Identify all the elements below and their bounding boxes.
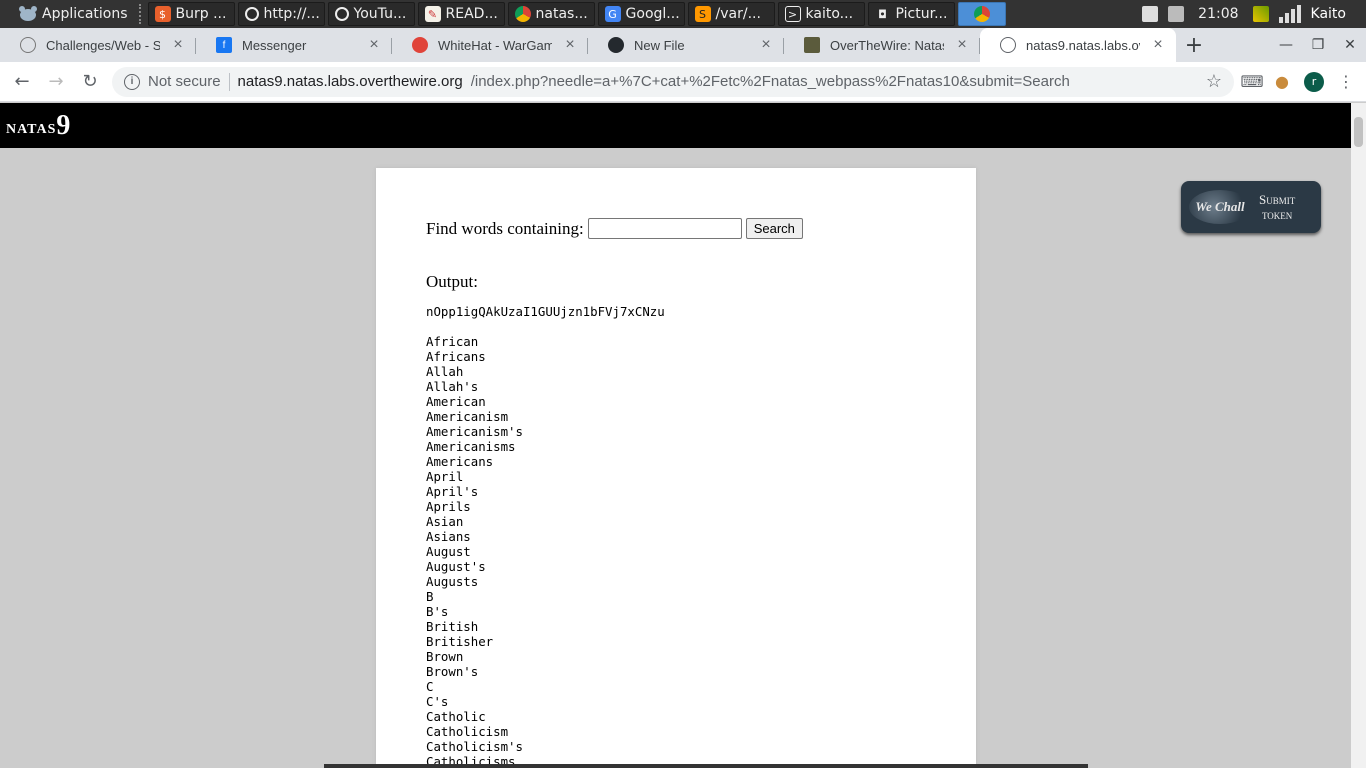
facebook-icon: f bbox=[216, 37, 232, 53]
clock[interactable]: 21:08 bbox=[1198, 6, 1238, 22]
google-translate-icon: G bbox=[604, 6, 621, 22]
menu-kebab-icon[interactable]: ⋮ bbox=[1334, 70, 1358, 94]
task-http[interactable]: http://... bbox=[237, 2, 325, 26]
close-icon[interactable]: × bbox=[758, 36, 774, 54]
tab-overthewire[interactable]: OverTheWire: Natas × bbox=[784, 28, 980, 62]
minimize-icon[interactable]: — bbox=[1270, 37, 1302, 53]
task-youtube[interactable]: YouTu... bbox=[327, 2, 415, 26]
search-form: Find words containing: Search bbox=[426, 218, 926, 239]
find-label: Find words containing: bbox=[426, 218, 584, 238]
submit-token-label: Submit token bbox=[1259, 192, 1296, 222]
close-icon[interactable]: × bbox=[562, 36, 578, 54]
wechall-submit-token[interactable]: We Chall Submit token bbox=[1181, 181, 1321, 233]
tab-challenges[interactable]: Challenges/Web - Se × bbox=[0, 28, 196, 62]
close-window-icon[interactable]: ✕ bbox=[1334, 37, 1366, 53]
camera-icon: ◘ bbox=[878, 7, 887, 21]
terminal-icon: > bbox=[784, 6, 801, 22]
reload-icon: ↻ bbox=[82, 71, 98, 92]
user-name[interactable]: Kaito bbox=[1311, 6, 1346, 22]
network-icon[interactable] bbox=[1168, 6, 1185, 22]
forward-arrow-icon: → bbox=[48, 71, 64, 92]
close-icon[interactable]: × bbox=[170, 36, 186, 54]
notepad-icon: ✎ bbox=[424, 6, 441, 22]
header-title: natas bbox=[6, 116, 57, 138]
signal-icon[interactable] bbox=[1278, 5, 1301, 23]
tab-new-file[interactable]: New File × bbox=[588, 28, 784, 62]
search-button[interactable]: Search bbox=[745, 218, 803, 239]
applications-menu[interactable]: Applications bbox=[0, 0, 136, 28]
sublime-icon: S bbox=[694, 6, 711, 22]
task-kaito[interactable]: > kaito... bbox=[777, 2, 865, 26]
task-burp[interactable]: $ Burp ... bbox=[147, 2, 235, 26]
task-pictures[interactable]: ◘ Pictur... bbox=[867, 2, 955, 26]
applications-label: Applications bbox=[42, 6, 128, 22]
chrome-icon bbox=[973, 6, 990, 22]
security-label[interactable]: Not secure bbox=[148, 73, 221, 90]
scrollbar-thumb[interactable] bbox=[1354, 117, 1363, 147]
close-icon[interactable]: × bbox=[1150, 36, 1166, 54]
translate-icon[interactable]: ⌨ bbox=[1240, 70, 1264, 94]
whitehat-icon bbox=[412, 37, 428, 53]
wechall-globe-logo: We Chall bbox=[1189, 190, 1251, 224]
clock-icon bbox=[334, 7, 349, 21]
back-button[interactable]: ← bbox=[8, 68, 36, 96]
browser-toolbar: ← → ↻ i Not secure natas9.natas.labs.ove… bbox=[0, 62, 1366, 102]
new-tab-button[interactable]: + bbox=[1176, 28, 1212, 62]
profile-avatar[interactable]: r bbox=[1304, 71, 1324, 92]
task-readme[interactable]: ✎ READ... bbox=[417, 2, 505, 26]
reload-button[interactable]: ↻ bbox=[76, 68, 104, 96]
back-arrow-icon: ← bbox=[14, 71, 30, 92]
globe-icon bbox=[1000, 37, 1016, 53]
cookie-icon[interactable]: ● bbox=[1270, 70, 1294, 94]
tab-whitehat[interactable]: WhiteHat - WarGam × bbox=[392, 28, 588, 62]
window-controls: — ❐ ✕ bbox=[1270, 28, 1366, 62]
tab-strip: Challenges/Web - Se × f Messenger × WhiteHa… bbox=[0, 28, 1366, 62]
clock-icon bbox=[244, 7, 259, 21]
close-icon[interactable]: × bbox=[954, 36, 970, 54]
tab-messenger[interactable]: f Messenger × bbox=[196, 28, 392, 62]
task-chrome-active[interactable] bbox=[957, 2, 1006, 26]
task-natas[interactable]: natas... bbox=[507, 2, 595, 26]
grid-icon[interactable] bbox=[1252, 6, 1269, 22]
xfce-mouse-icon bbox=[19, 6, 37, 21]
status-bar bbox=[324, 764, 1088, 768]
divider bbox=[228, 72, 230, 91]
panel-handle[interactable] bbox=[138, 4, 145, 24]
bookmark-star-icon[interactable]: ☆ bbox=[1206, 71, 1222, 92]
output-label: Output: bbox=[426, 272, 478, 291]
info-icon[interactable]: i bbox=[124, 73, 140, 90]
github-icon bbox=[608, 37, 624, 53]
close-icon[interactable]: × bbox=[366, 36, 382, 54]
forward-button[interactable]: → bbox=[42, 68, 70, 96]
needle-input[interactable] bbox=[587, 218, 742, 239]
content-panel: Find words containing: Search Output: nO… bbox=[376, 168, 976, 768]
overthewire-icon bbox=[804, 37, 820, 53]
maximize-icon[interactable]: ❐ bbox=[1302, 37, 1334, 53]
root-me-icon bbox=[20, 37, 36, 53]
header-level: 9 bbox=[56, 110, 71, 141]
address-bar[interactable]: i Not secure natas9.natas.labs.overthewi… bbox=[112, 66, 1234, 97]
task-var[interactable]: S/var/... bbox=[687, 2, 775, 26]
page-viewport: natas 9 Find words containing: Search Out… bbox=[0, 103, 1351, 768]
output-text: nOpp1igQAkUzaI1GUUjzn1bFVj7xCNzu African… bbox=[426, 304, 665, 768]
url-host: natas9.natas.labs.overthewire.org bbox=[237, 73, 463, 90]
os-panel: Applications $ Burp ... http://... YouTu.… bbox=[0, 0, 1366, 28]
task-google[interactable]: G Googl... bbox=[597, 2, 685, 26]
system-tray: 21:08 Kaito bbox=[1142, 0, 1366, 28]
info-icon[interactable] bbox=[1142, 6, 1159, 22]
natas-header: natas 9 bbox=[0, 103, 1351, 148]
tab-natas9[interactable]: natas9.natas.labs.ov × bbox=[980, 28, 1176, 62]
url-path: /index.php?needle=a+%7C+cat+%2Fetc%2Fnat… bbox=[470, 73, 1070, 90]
chrome-icon bbox=[514, 6, 531, 22]
burp-icon: $ bbox=[154, 6, 171, 22]
page-scrollbar[interactable] bbox=[1351, 103, 1366, 768]
